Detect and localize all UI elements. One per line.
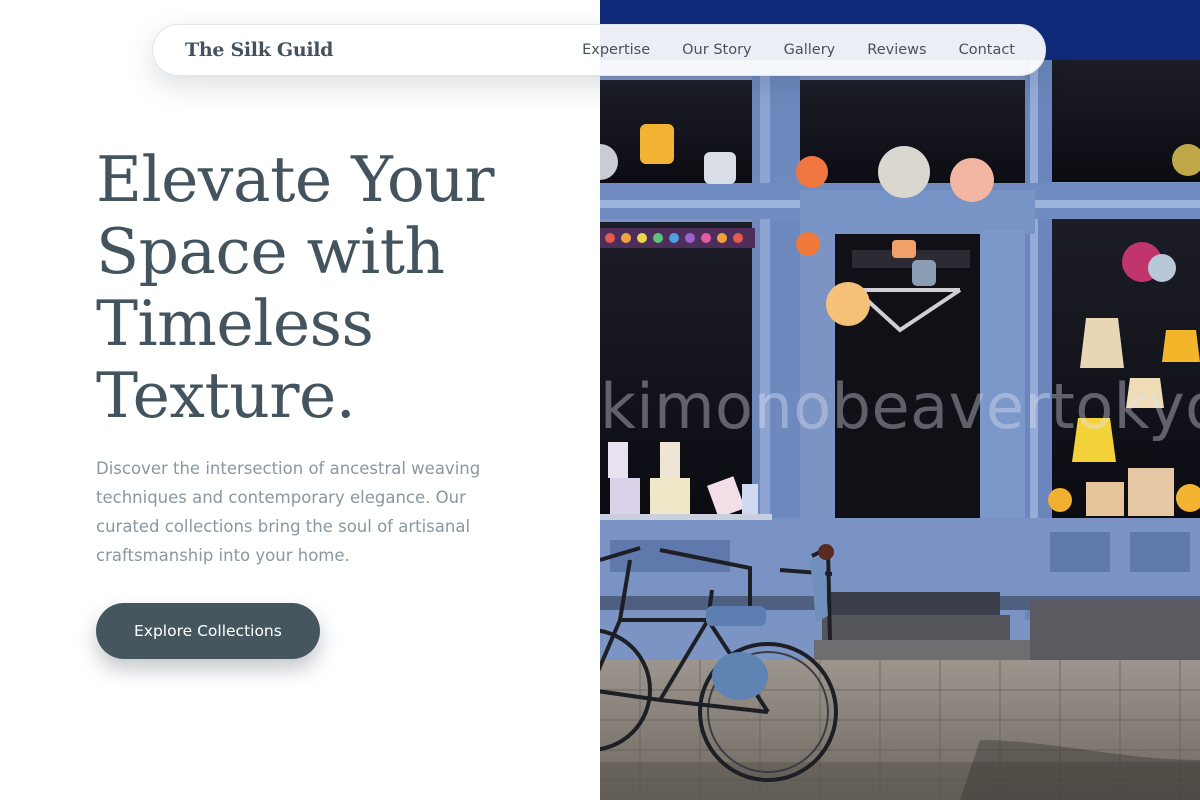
storefront-image: kimonobeavertokyo [600,0,1200,800]
brand-logo[interactable]: The Silk Guild [185,39,333,61]
hero-headline: Elevate Your Space with Timeless Texture… [96,143,494,432]
nav-menu: Expertise Our Story Gallery Reviews Cont… [582,42,1015,58]
nav-link-expertise[interactable]: Expertise [582,42,650,58]
nav-link-contact[interactable]: Contact [959,42,1015,58]
nav-link-our-story[interactable]: Our Story [682,42,751,58]
hero-description: Discover the intersection of ancestral w… [96,459,481,565]
top-navigation: The Silk Guild Expertise Our Story Galle… [152,24,1046,76]
nav-link-reviews[interactable]: Reviews [867,42,926,58]
nav-link-gallery[interactable]: Gallery [784,42,836,58]
explore-collections-button[interactable]: Explore Collections [96,603,320,659]
watermark-text: kimonobeavertokyo [600,372,1200,442]
